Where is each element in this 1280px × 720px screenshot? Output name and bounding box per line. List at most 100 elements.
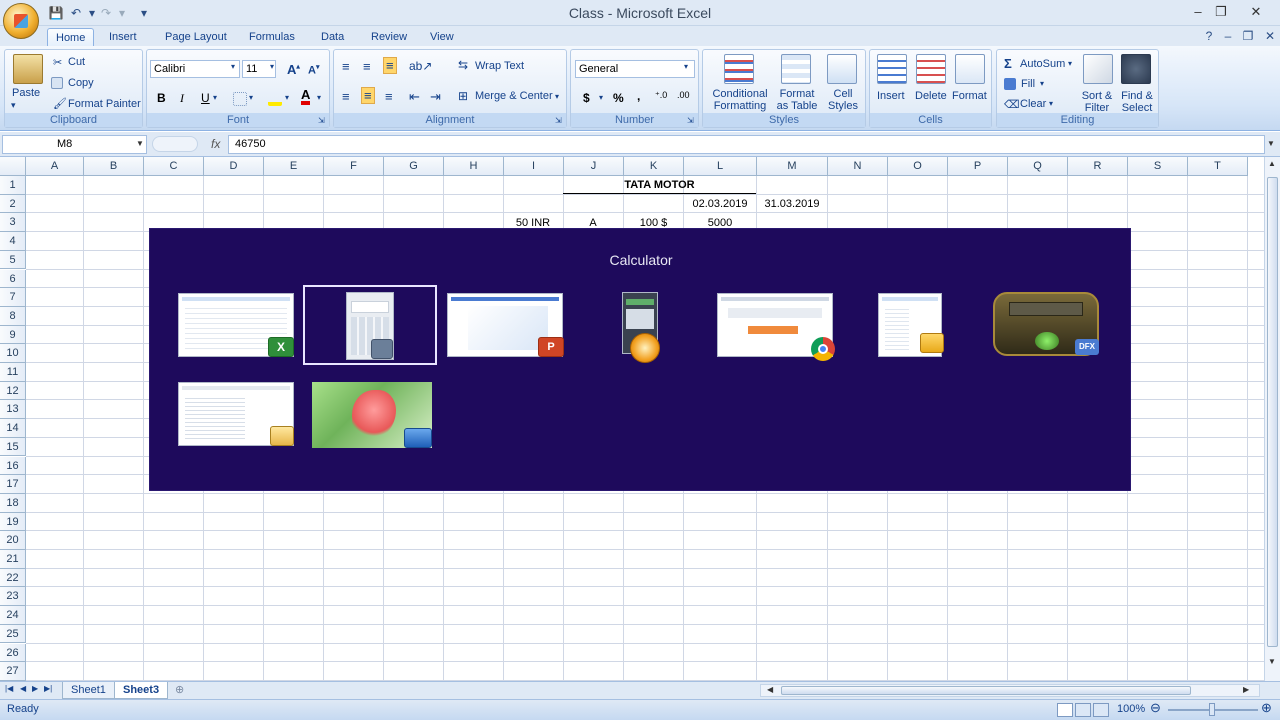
align-center-icon[interactable]: ≡	[361, 87, 375, 104]
cut-button[interactable]: Cut	[68, 56, 85, 68]
page-layout-view-icon[interactable]	[1075, 703, 1091, 717]
scroll-right-icon[interactable]: ▶	[1243, 685, 1249, 694]
last-sheet-icon[interactable]: ▶|	[44, 684, 52, 693]
delete-cells-button[interactable]: Delete	[915, 90, 947, 102]
grow-font-icon[interactable]: A▴	[287, 62, 300, 77]
format-as-table-icon[interactable]	[781, 54, 811, 84]
scroll-up-icon[interactable]: ▲	[1268, 159, 1276, 168]
tab-view[interactable]: View	[422, 28, 462, 47]
zoom-out-icon[interactable]: ⊖	[1150, 700, 1161, 716]
column-header-f[interactable]: F	[324, 157, 384, 176]
shrink-font-icon[interactable]: A▾	[308, 63, 319, 77]
close-icon[interactable]: ✕	[1244, 3, 1268, 21]
sort-filter-button[interactable]: Sort & Filter	[1075, 90, 1119, 114]
tab-review[interactable]: Review	[363, 28, 415, 47]
row-header-18[interactable]: 18	[0, 493, 26, 513]
decrease-decimal-icon[interactable]: .00	[677, 90, 690, 100]
borders-icon[interactable]	[233, 92, 247, 106]
column-header-q[interactable]: Q	[1008, 157, 1068, 176]
increase-decimal-icon[interactable]: ⁺.0	[655, 90, 667, 101]
insert-sheet-icon[interactable]: ⊕	[171, 682, 188, 699]
autosum-dropdown-icon[interactable]: ▾	[1068, 59, 1072, 68]
align-middle-icon[interactable]: ≡	[363, 59, 371, 74]
paste-icon[interactable]	[13, 54, 43, 84]
merge-center-button[interactable]: Merge & Center	[475, 90, 553, 102]
ribbon-restore-icon[interactable]: ❐	[1240, 28, 1256, 44]
clear-button[interactable]: Clear	[1020, 98, 1046, 110]
format-painter-button[interactable]: Format Painter	[68, 98, 141, 110]
insert-cells-button[interactable]: Insert	[877, 90, 905, 102]
increase-indent-icon[interactable]: ⇥	[430, 89, 441, 105]
comma-button[interactable]: ,	[637, 89, 640, 103]
tab-formulas[interactable]: Formulas	[241, 28, 303, 47]
column-header-s[interactable]: S	[1128, 157, 1188, 176]
fill-color-dropdown-icon[interactable]: ▾	[285, 93, 289, 102]
underline-button[interactable]: U	[201, 91, 210, 105]
number-format-arrow-icon[interactable]: ▾	[684, 62, 688, 71]
vertical-scrollbar[interactable]: ▲ ▼	[1264, 157, 1280, 681]
column-header-o[interactable]: O	[888, 157, 948, 176]
name-box[interactable]: M8	[2, 135, 147, 154]
row-header-7[interactable]: 7	[0, 288, 26, 307]
zoom-level[interactable]: 100%	[1117, 703, 1145, 715]
row-header-11[interactable]: 11	[0, 363, 26, 382]
font-color-icon[interactable]: A	[301, 88, 311, 105]
column-header-c[interactable]: C	[144, 157, 204, 176]
column-header-k[interactable]: K	[624, 157, 684, 176]
number-format-dropdown[interactable]: General	[575, 60, 695, 78]
font-size-arrow-icon[interactable]: ▾	[270, 62, 274, 71]
row-header-12[interactable]: 12	[0, 381, 26, 401]
row-header-25[interactable]: 25	[0, 624, 26, 644]
italic-button[interactable]: I	[180, 91, 184, 106]
page-break-view-icon[interactable]	[1093, 703, 1109, 717]
percent-button[interactable]: %	[613, 91, 624, 105]
sheet-tab-sheet1[interactable]: Sheet1	[62, 682, 115, 699]
font-name-dropdown[interactable]: Calibri	[150, 60, 240, 78]
row-header-6[interactable]: 6	[0, 269, 26, 289]
row-header-21[interactable]: 21	[0, 550, 26, 569]
zoom-slider-handle[interactable]	[1209, 703, 1215, 716]
fill-button[interactable]: Fill	[1021, 78, 1035, 90]
row-header-16[interactable]: 16	[0, 456, 26, 476]
find-select-button[interactable]: Find & Select	[1117, 90, 1157, 114]
merge-center-icon[interactable]: ⊞	[458, 89, 468, 103]
conditional-formatting-button[interactable]: Conditional Formatting	[709, 88, 771, 112]
cell-l2[interactable]: 02.03.2019	[684, 195, 756, 213]
row-header-23[interactable]: 23	[0, 587, 26, 607]
column-header-b[interactable]: B	[84, 157, 144, 176]
align-top-icon[interactable]: ≡	[342, 59, 350, 74]
horizontal-scroll-thumb[interactable]	[781, 686, 1191, 695]
row-header-8[interactable]: 8	[0, 306, 26, 326]
name-box-dropdown-icon[interactable]: ▼	[136, 139, 144, 148]
column-header-i[interactable]: I	[504, 157, 564, 176]
cell-m2[interactable]: 31.03.2019	[756, 195, 828, 213]
row-header-4[interactable]: 4	[0, 232, 26, 251]
vertical-scroll-thumb[interactable]	[1267, 177, 1278, 647]
row-header-3[interactable]: 3	[0, 213, 26, 233]
row-header-19[interactable]: 19	[0, 512, 26, 532]
expand-formula-icon[interactable]: ▼	[1267, 139, 1275, 148]
minimize-icon[interactable]: –	[1186, 3, 1210, 21]
office-button[interactable]	[3, 3, 39, 39]
tab-insert[interactable]: Insert	[101, 28, 145, 47]
paste-dropdown-icon[interactable]: ▾	[11, 100, 16, 111]
wrap-text-button[interactable]: Wrap Text	[475, 60, 524, 72]
bold-button[interactable]: B	[157, 91, 166, 105]
column-header-n[interactable]: N	[828, 157, 888, 176]
cell-styles-icon[interactable]	[827, 54, 857, 84]
row-header-17[interactable]: 17	[0, 475, 26, 494]
help-icon[interactable]: ?	[1201, 28, 1217, 44]
tab-data[interactable]: Data	[313, 28, 352, 47]
alignment-dialog-icon[interactable]: ⇲	[555, 116, 562, 125]
column-header-g[interactable]: G	[384, 157, 444, 176]
scroll-down-icon[interactable]: ▼	[1268, 657, 1276, 666]
row-header-10[interactable]: 10	[0, 344, 26, 363]
fill-color-icon[interactable]	[268, 90, 282, 106]
format-painter-icon[interactable]: 🖌	[53, 97, 67, 110]
next-sheet-icon[interactable]: ▶	[32, 684, 38, 693]
row-header-1[interactable]: 1	[0, 176, 26, 195]
row-header-26[interactable]: 26	[0, 643, 26, 663]
column-header-r[interactable]: R	[1068, 157, 1128, 176]
wrap-text-icon[interactable]: ⇆	[458, 58, 468, 72]
align-right-icon[interactable]: ≡	[385, 89, 393, 104]
